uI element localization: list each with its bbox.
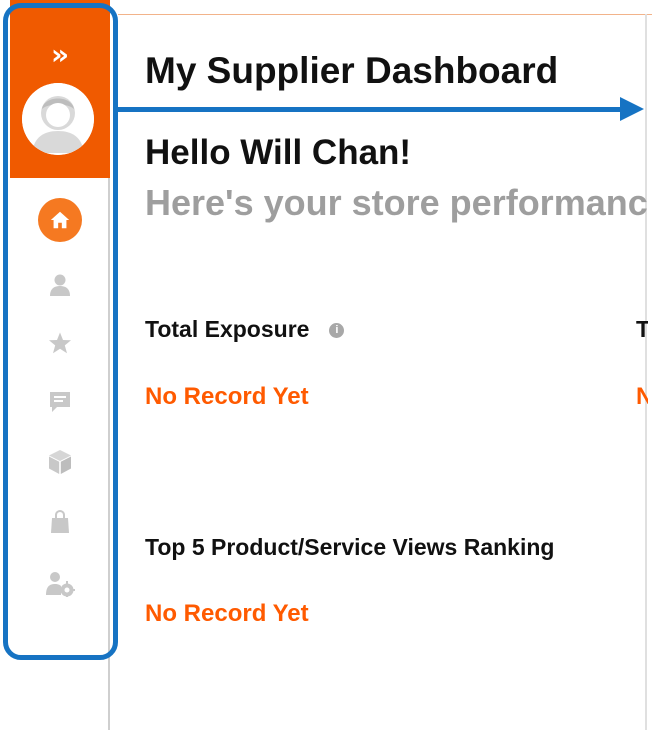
info-icon[interactable]: i xyxy=(329,323,345,339)
top5-ranking-value: No Record Yet xyxy=(145,600,309,627)
greeting-heading: Hello Will Chan! xyxy=(145,133,412,172)
right-edge-divider xyxy=(645,14,647,730)
second-stat-value: N xyxy=(636,383,648,410)
total-exposure-label: Total Exposure i xyxy=(145,316,345,343)
annotation-arrow-line xyxy=(118,107,632,112)
annotation-arrow-head-icon xyxy=(620,97,644,121)
total-exposure-value: No Record Yet xyxy=(145,383,309,410)
sidebar-highlight-box xyxy=(3,3,118,660)
second-stat-label: T xyxy=(636,316,648,342)
page-title: My Supplier Dashboard xyxy=(145,50,559,91)
header-divider xyxy=(118,14,652,15)
greeting-subtitle: Here's your store performance xyxy=(145,182,648,223)
top5-ranking-label: Top 5 Product/Service Views Ranking xyxy=(145,534,555,560)
total-exposure-label-text: Total Exposure xyxy=(145,316,310,342)
